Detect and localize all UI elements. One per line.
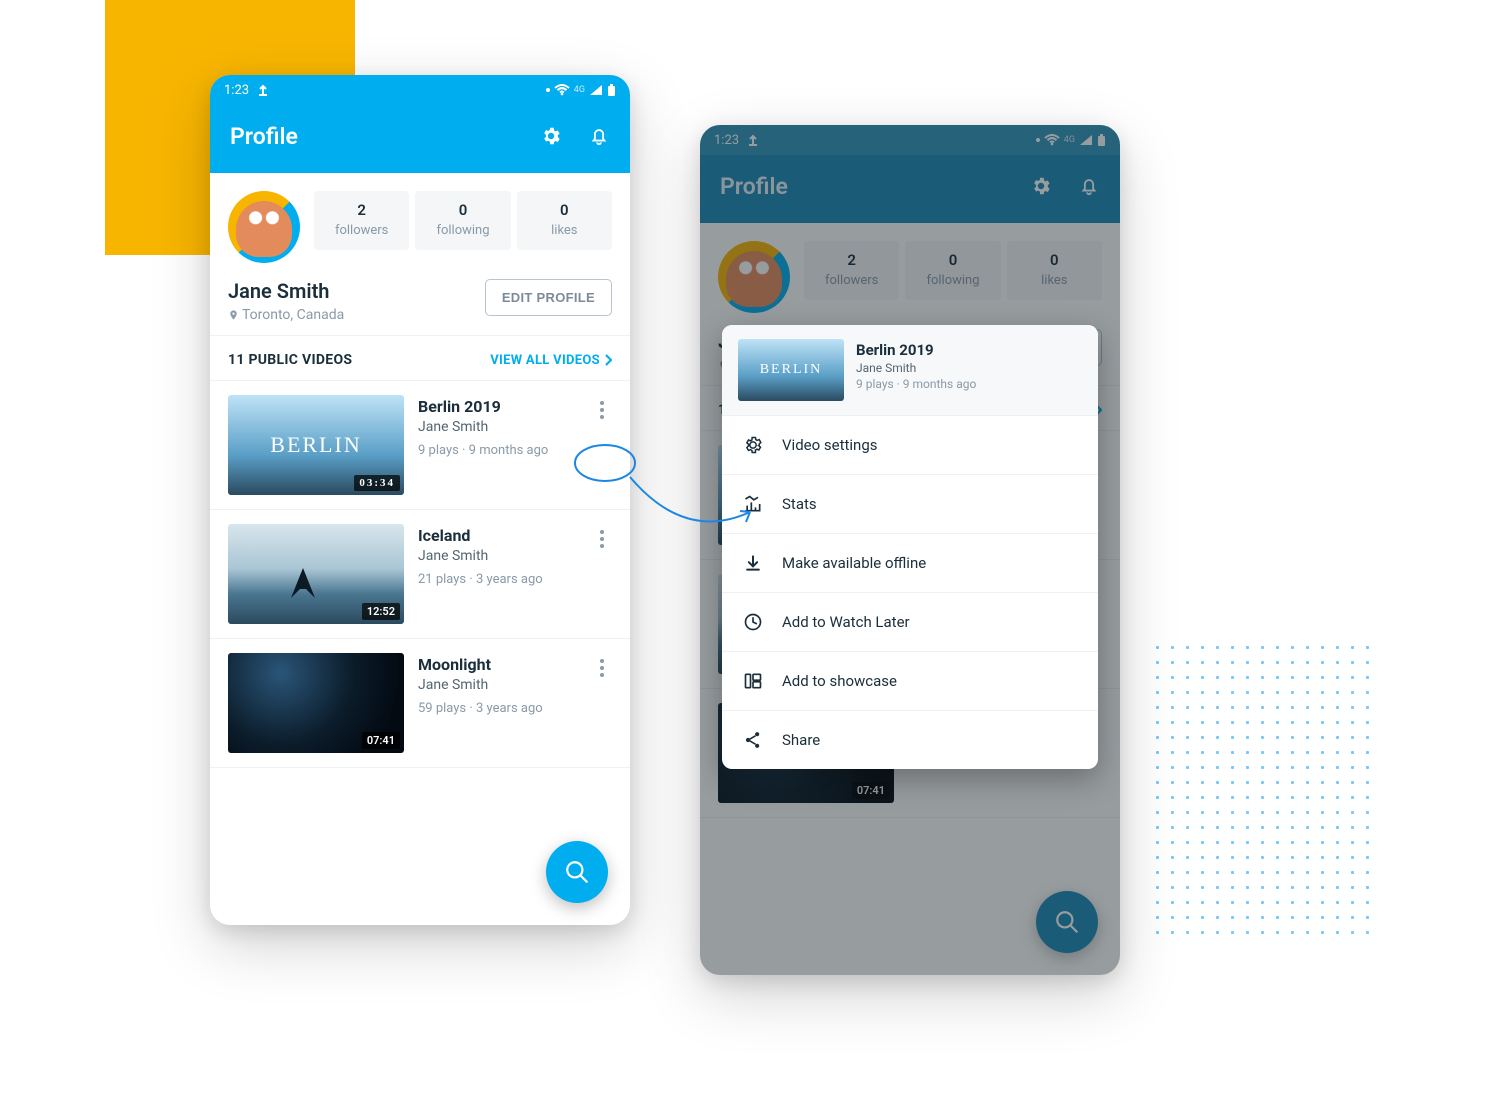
stats-icon: [742, 494, 764, 514]
likes-label: likes: [517, 223, 612, 238]
wifi-icon: [554, 84, 570, 96]
location-pin-icon: [228, 308, 239, 322]
sheet-header: BERLIN Berlin 2019 Jane Smith 9 plays · …: [722, 325, 1098, 415]
chevron-right-icon: [604, 354, 612, 366]
signal-icon: [589, 84, 603, 96]
notifications-button[interactable]: [588, 125, 610, 147]
status-bar: 1:23 4G: [210, 75, 630, 105]
menu-item-label: Add to Watch Later: [782, 613, 910, 631]
video-row[interactable]: 12:52 Iceland Jane Smith 21 plays · 3 ye…: [210, 510, 630, 639]
video-duration: 12:52: [362, 603, 400, 620]
followers-count: 2: [314, 201, 409, 219]
menu-item-label: Make available offline: [782, 554, 926, 572]
menu-item-share[interactable]: Share: [722, 710, 1098, 769]
phone-action-sheet: 1:23 4G Profile 2followers 0foll: [700, 125, 1120, 975]
profile-location: Toronto, Canada: [228, 307, 344, 323]
video-thumbnail: 07:41: [228, 653, 404, 753]
likes-count: 0: [517, 201, 612, 219]
followers-label: followers: [314, 223, 409, 238]
video-meta: 21 plays · 3 years ago: [418, 572, 578, 587]
page-title: Profile: [230, 123, 298, 150]
video-more-button[interactable]: [592, 524, 612, 548]
status-time: 1:23: [224, 83, 249, 98]
video-thumbnail: BERLIN 03:34: [228, 395, 404, 495]
profile-header: 2 followers 0 following 0 likes Jane Smi…: [210, 173, 630, 336]
video-author: Jane Smith: [418, 548, 578, 564]
video-row[interactable]: 07:41 Moonlight Jane Smith 59 plays · 3 …: [210, 639, 630, 768]
avatar[interactable]: [228, 191, 300, 263]
following-label: following: [415, 223, 510, 238]
following-stat[interactable]: 0 following: [415, 191, 510, 250]
clock-icon: [742, 612, 764, 632]
app-bar: Profile: [210, 105, 630, 173]
menu-item-watch-later[interactable]: Add to Watch Later: [722, 592, 1098, 651]
video-meta: 59 plays · 3 years ago: [418, 701, 578, 716]
video-action-sheet: BERLIN Berlin 2019 Jane Smith 9 plays · …: [722, 325, 1098, 769]
decorative-dots: [1150, 640, 1370, 940]
menu-item-label: Video settings: [782, 436, 878, 454]
gear-icon: [742, 435, 764, 455]
share-icon: [742, 730, 764, 750]
network-label: 4G: [574, 85, 585, 95]
download-icon: [742, 553, 764, 573]
video-author: Jane Smith: [418, 419, 578, 435]
edit-profile-button[interactable]: EDIT PROFILE: [485, 279, 612, 316]
upload-icon: [257, 84, 269, 96]
video-thumbnail: 12:52: [228, 524, 404, 624]
following-count: 0: [415, 201, 510, 219]
sheet-video-title: Berlin 2019: [856, 341, 1082, 359]
video-more-button[interactable]: [592, 395, 612, 419]
sheet-video-meta: 9 plays · 9 months ago: [856, 377, 1082, 391]
menu-item-offline[interactable]: Make available offline: [722, 533, 1098, 592]
profile-name: Jane Smith: [228, 279, 344, 303]
phone-profile: 1:23 4G Profile 2 foll: [210, 75, 630, 925]
videos-count-label: 11 PUBLIC VIDEOS: [228, 352, 352, 368]
video-author: Jane Smith: [418, 677, 578, 693]
settings-button[interactable]: [540, 125, 562, 147]
showcase-icon: [742, 671, 764, 691]
search-fab[interactable]: [546, 841, 608, 903]
likes-stat[interactable]: 0 likes: [517, 191, 612, 250]
view-all-videos-link[interactable]: VIEW ALL VIDEOS: [490, 353, 612, 368]
video-title: Moonlight: [418, 655, 578, 674]
menu-item-label: Share: [782, 731, 820, 749]
bell-icon: [588, 125, 610, 147]
followers-stat[interactable]: 2 followers: [314, 191, 409, 250]
video-more-button[interactable]: [592, 653, 612, 677]
menu-item-stats[interactable]: Stats: [722, 474, 1098, 533]
videos-section-header: 11 PUBLIC VIDEOS VIEW ALL VIDEOS: [210, 336, 630, 381]
menu-item-label: Add to showcase: [782, 672, 897, 690]
sheet-thumbnail: BERLIN: [738, 339, 844, 401]
sheet-video-author: Jane Smith: [856, 361, 1082, 375]
menu-item-showcase[interactable]: Add to showcase: [722, 651, 1098, 710]
video-title: Berlin 2019: [418, 397, 578, 416]
video-meta: 9 plays · 9 months ago: [418, 443, 578, 458]
battery-icon: [607, 84, 616, 97]
video-row[interactable]: BERLIN 03:34 Berlin 2019 Jane Smith 9 pl…: [210, 381, 630, 510]
status-dot-icon: [546, 88, 550, 92]
search-icon: [564, 859, 590, 885]
menu-item-label: Stats: [782, 495, 817, 513]
video-duration: 03:34: [354, 475, 400, 491]
video-duration: 07:41: [362, 732, 400, 749]
menu-item-video-settings[interactable]: Video settings: [722, 415, 1098, 474]
video-title: Iceland: [418, 526, 578, 545]
gear-icon: [540, 125, 562, 147]
